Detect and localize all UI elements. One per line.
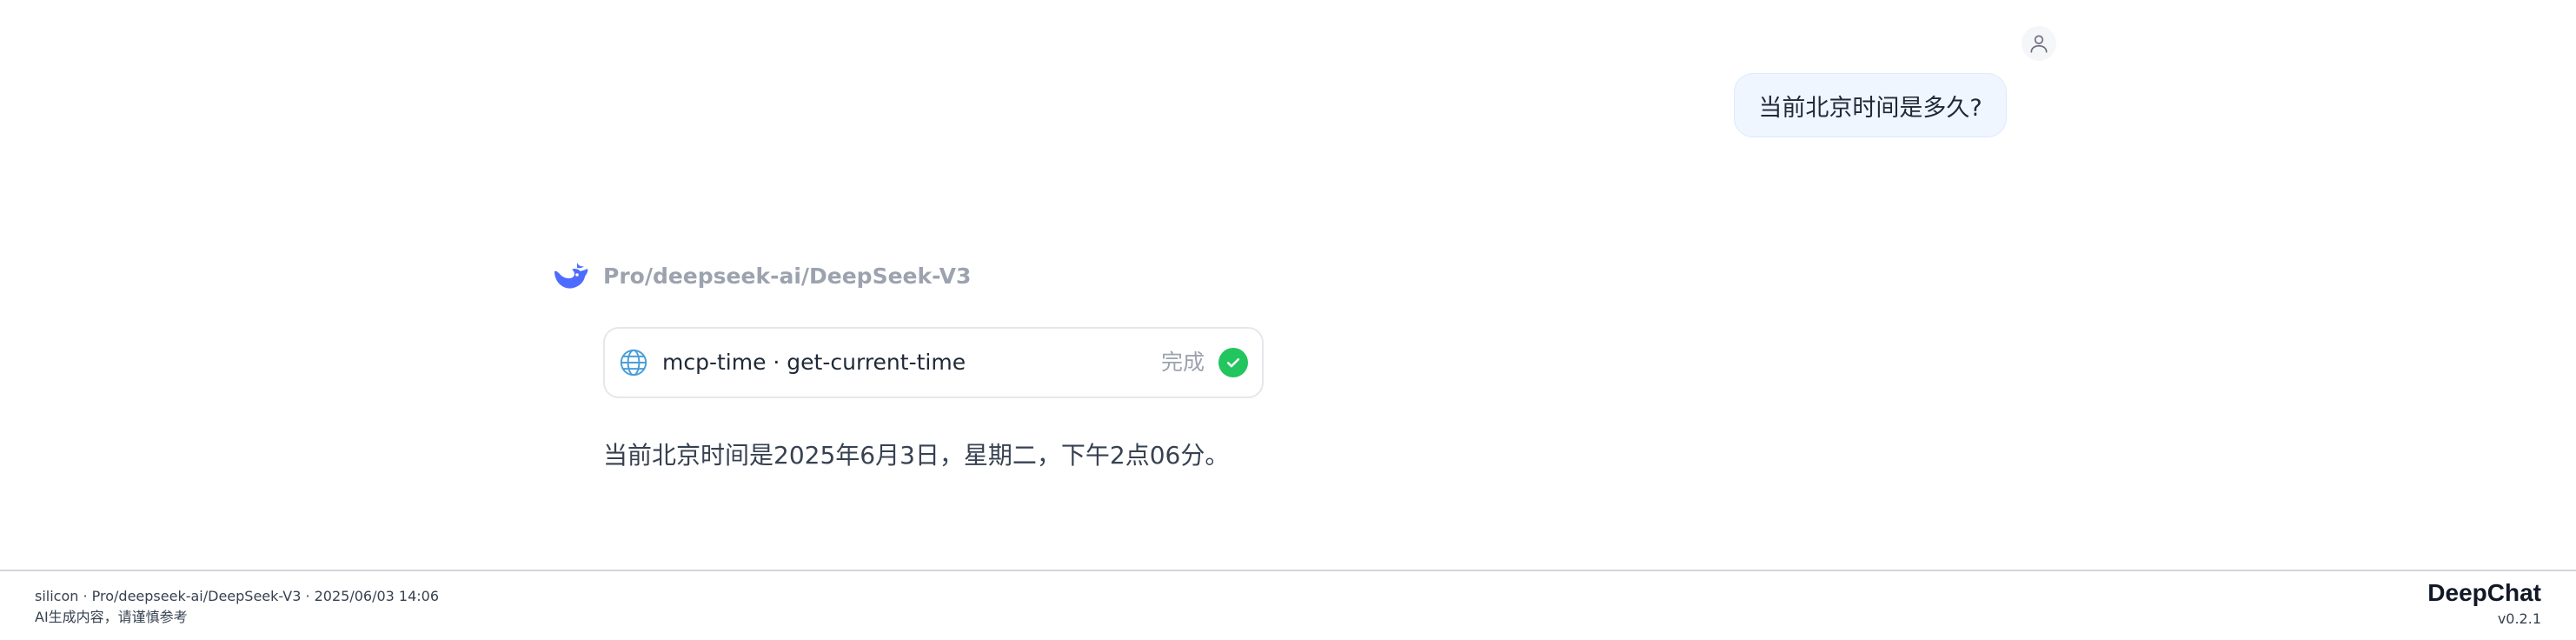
assistant-answer-text: 当前北京时间是2025年6月3日，星期二，下午2点06分。 — [603, 441, 1230, 470]
brand-name: DeepChat — [2427, 579, 2541, 606]
check-circle-icon — [1218, 348, 1248, 377]
tool-call-card[interactable]: mcp-time · get-current-time 完成 — [603, 327, 1264, 398]
footer-meta: silicon · Pro/deepseek-ai/DeepSeek-V3 · … — [35, 588, 440, 604]
deepseek-whale-icon — [554, 263, 588, 289]
footer-divider — [0, 570, 2576, 571]
user-message-bubble: 当前北京时间是多久? — [1734, 73, 2007, 137]
footer-disclaimer: AI生成内容，请谨慎参考 — [35, 609, 188, 625]
user-icon — [2030, 35, 2048, 53]
model-name: Pro/deepseek-ai/DeepSeek-V3 — [603, 263, 972, 289]
tool-call-name: mcp-time · get-current-time — [662, 350, 966, 375]
user-avatar — [2022, 26, 2056, 61]
user-message-text: 当前北京时间是多久? — [1758, 94, 1982, 122]
chat-page: 当前北京时间是多久? Pro/deepseek-ai/DeepSeek-V3 m… — [0, 0, 2576, 640]
globe-icon — [620, 349, 647, 377]
tool-call-status: 完成 — [1160, 350, 1205, 375]
app-version: v0.2.1 — [2497, 610, 2541, 627]
